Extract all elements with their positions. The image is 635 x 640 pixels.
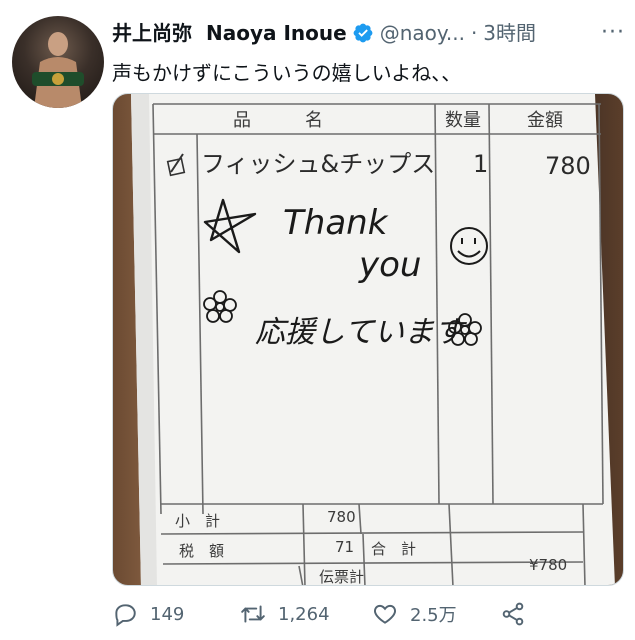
note-support: 応援しています xyxy=(255,315,467,350)
retweet-button[interactable]: 1,264 xyxy=(240,601,372,627)
avatar[interactable] xyxy=(12,16,104,108)
item-name: フィッシュ&チップス xyxy=(201,150,435,178)
heart-icon xyxy=(374,604,396,624)
reply-icon xyxy=(115,604,136,627)
tweet-photo[interactable]: 品 名 数量 金額 フィッシュ&チップス 1 780 Thank you 応援し… xyxy=(112,93,624,586)
separator-dot: · xyxy=(470,21,478,45)
share-icon xyxy=(502,602,524,626)
handle[interactable]: @naoy... xyxy=(380,16,465,50)
retweet-icon xyxy=(241,605,265,623)
username[interactable]: Naoya Inoue xyxy=(206,16,347,50)
avatar-image xyxy=(32,32,84,108)
total-label: 合 計 xyxy=(371,540,416,558)
header-item-label: 品 名 xyxy=(233,110,323,131)
tweet-text: 声もかけずにこういうの嬉しいよね、、 xyxy=(112,61,462,85)
like-count: 2.5万 xyxy=(410,605,457,626)
subtotal-value: 780 xyxy=(327,508,356,526)
reply-count: 149 xyxy=(150,603,185,625)
share-button[interactable] xyxy=(500,601,538,627)
reply-button[interactable]: 149 xyxy=(112,601,240,627)
header-price-label: 金額 xyxy=(527,110,563,131)
receipt-photo: 品 名 数量 金額 フィッシュ&チップス 1 780 Thank you 応援し… xyxy=(131,94,615,586)
verified-badge-icon xyxy=(353,23,373,43)
slip-total-label: 伝票計 xyxy=(319,568,364,586)
item-qty: 1 xyxy=(473,150,488,178)
subtotal-label: 小 計 xyxy=(175,512,220,530)
tweet-header: 井上尚弥 Naoya Inoue @naoy... · 3時間 ··· xyxy=(112,16,625,50)
more-options-icon[interactable]: ··· xyxy=(601,16,625,50)
display-name[interactable]: 井上尚弥 xyxy=(112,16,192,50)
note-thank: Thank xyxy=(283,203,389,243)
note-you: you xyxy=(358,245,421,285)
item-price: 780 xyxy=(545,152,591,180)
tax-value: 71 xyxy=(335,538,354,556)
action-bar: 149 1,264 2.5万 xyxy=(112,596,624,632)
like-button[interactable]: 2.5万 xyxy=(372,601,500,627)
total-value: ¥780 xyxy=(529,556,567,574)
tax-label: 税 額 xyxy=(179,542,224,560)
header-qty-label: 数量 xyxy=(445,110,481,131)
timestamp[interactable]: 3時間 xyxy=(483,16,536,50)
retweet-count: 1,264 xyxy=(278,603,330,625)
